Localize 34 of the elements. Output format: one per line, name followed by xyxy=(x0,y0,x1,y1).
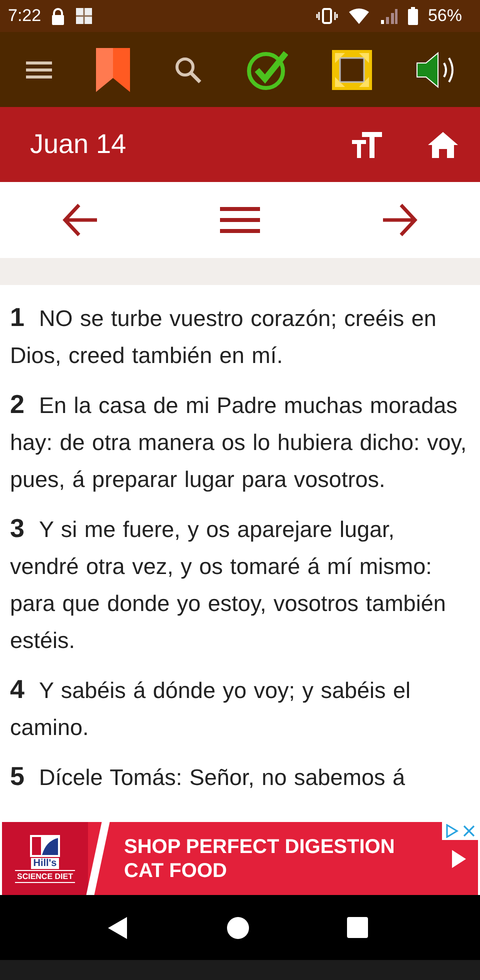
bookmark-icon[interactable] xyxy=(96,48,130,92)
text-size-icon[interactable] xyxy=(352,132,382,158)
search-icon[interactable] xyxy=(174,56,202,84)
status-time: 7:22 xyxy=(8,6,42,26)
back-icon[interactable] xyxy=(108,916,128,938)
play-icon[interactable] xyxy=(452,850,466,868)
back-arrow-icon[interactable] xyxy=(62,203,98,237)
forward-arrow-icon[interactable] xyxy=(382,203,418,237)
lock-icon xyxy=(51,8,66,24)
ad-choices-icon[interactable] xyxy=(445,824,459,838)
home-icon[interactable] xyxy=(428,132,458,158)
verse-text: 2 En la casa de mi Padre muchas moradas hay: de otra manera os lo hubiera dicho: voy, pues, á preparar lugar para vosotros. xyxy=(10,388,468,494)
verse-text: 4 Y sabéis á dónde yo voy; y sabéis el camino. xyxy=(10,673,412,742)
verse-text: 3 Y si me fuere, y os aparejare lugar, vendré otra vez, y os tomaré á mí mismo: para que donde yo estoy, vosotros también estéis. xyxy=(10,512,447,655)
close-icon[interactable] xyxy=(463,825,475,837)
brand-name: Hill's xyxy=(31,858,59,868)
wifi-icon xyxy=(348,8,370,24)
ad-headline: CAT FOOD xyxy=(124,858,228,882)
vibrate-icon xyxy=(316,8,338,24)
home-button-icon[interactable] xyxy=(226,916,250,940)
menu-icon[interactable] xyxy=(220,206,260,234)
verse-text: 1 NO se turbe vuestro corazón; creéis en Dios, creed también en mí. xyxy=(10,301,438,370)
chapter-title: Juan 14 xyxy=(30,129,128,160)
fullscreen-icon[interactable] xyxy=(332,50,372,90)
logo-mark-icon xyxy=(30,834,60,856)
battery-icon xyxy=(408,7,418,25)
verse-text: 5 Dícele Tomás: Señor, no sabemos á xyxy=(10,760,406,793)
signal-icon xyxy=(380,8,398,24)
ad-banner[interactable]: Hill's SCIENCE DIET SHOP PERFECT DIGESTION CAT FOOD xyxy=(2,822,478,895)
ad-headline: SHOP PERFECT DIGESTION xyxy=(124,834,396,858)
checkmark-icon[interactable] xyxy=(246,50,288,90)
battery-level: 56% xyxy=(428,6,462,26)
brand-subtitle: SCIENCE DIET xyxy=(14,870,75,882)
image-icon xyxy=(75,7,94,25)
